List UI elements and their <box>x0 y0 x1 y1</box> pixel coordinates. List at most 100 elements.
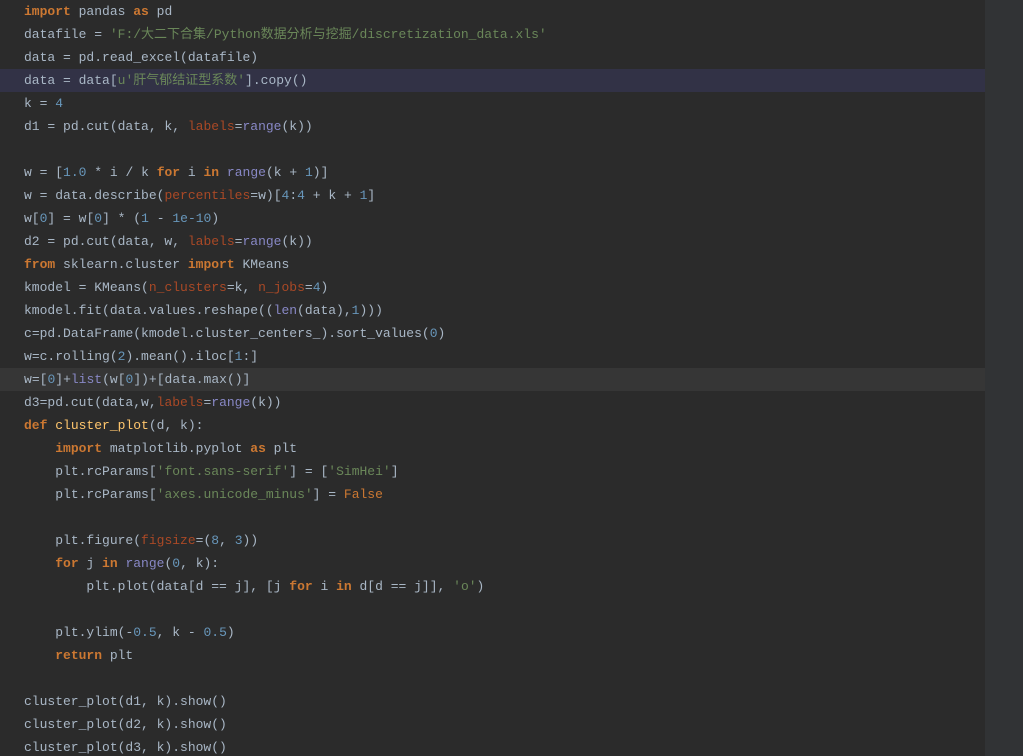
code-token: 'font.sans-serif' <box>157 464 290 479</box>
code-token: n_jobs <box>258 280 305 295</box>
code-line[interactable]: kmodel = KMeans(n_clusters=k, n_jobs=4) <box>0 276 985 299</box>
code-token: w <box>24 188 40 203</box>
code-token: = <box>63 73 71 88</box>
code-line[interactable]: plt.plot(data[d == j], [j for i in d[d =… <box>0 575 985 598</box>
code-token: ] <box>47 211 63 226</box>
code-line[interactable] <box>0 506 985 529</box>
code-token: = <box>305 280 313 295</box>
code-token: ] <box>55 372 63 387</box>
code-token: datafile <box>24 27 94 42</box>
code-token: data.describe( <box>47 188 164 203</box>
code-line[interactable]: plt.rcParams['font.sans-serif'] = ['SimH… <box>0 460 985 483</box>
code-token: , k <box>157 625 188 640</box>
code-token: w <box>24 165 40 180</box>
code-token: in <box>204 165 220 180</box>
code-token: 0.5 <box>133 625 156 640</box>
code-line[interactable]: w=c.rolling(2).mean().iloc[1:] <box>0 345 985 368</box>
code-token: pd.DataFrame(kmodel.cluster_centers_).so… <box>40 326 430 341</box>
code-token: plt.ylim( <box>55 625 125 640</box>
code-token: 4 <box>297 188 305 203</box>
code-token: [ <box>47 165 63 180</box>
code-token: + <box>149 372 157 387</box>
code-token: 4 <box>313 280 321 295</box>
code-line[interactable]: plt.figure(figsize=(8, 3)) <box>0 529 985 552</box>
code-token: def <box>24 418 47 433</box>
code-token: range <box>242 119 281 134</box>
code-token: labels <box>188 119 235 134</box>
code-line[interactable]: w[0] = w[0] * (1 - 1e-10) <box>0 207 985 230</box>
code-line[interactable]: kmodel.fit(data.values.reshape((len(data… <box>0 299 985 322</box>
code-line[interactable]: w = data.describe(percentiles=w)[4:4 + k… <box>0 184 985 207</box>
code-token: + <box>63 372 71 387</box>
code-line[interactable]: plt.ylim(-0.5, k - 0.5) <box>0 621 985 644</box>
code-token: d3 <box>24 395 40 410</box>
code-token: data[ <box>71 73 118 88</box>
code-line[interactable]: d1 = pd.cut(data, k, labels=range(k)) <box>0 115 985 138</box>
code-token: ) <box>227 625 235 640</box>
code-token: 0.5 <box>204 625 227 640</box>
code-token: = <box>32 326 40 341</box>
code-token: plt <box>266 441 297 456</box>
code-token: range <box>242 234 281 249</box>
code-token: ].copy() <box>245 73 307 88</box>
code-line[interactable]: d2 = pd.cut(data, w, labels=range(k)) <box>0 230 985 253</box>
right-gutter <box>985 0 1023 756</box>
code-token: - <box>157 211 165 226</box>
code-token <box>305 188 313 203</box>
code-token: False <box>344 487 383 502</box>
code-token: percentiles <box>164 188 250 203</box>
code-token: ) <box>438 326 446 341</box>
code-token: 'SimHei' <box>328 464 390 479</box>
code-line[interactable]: import pandas as pd <box>0 0 985 23</box>
code-line[interactable]: def cluster_plot(d, k): <box>0 414 985 437</box>
code-token: 1 <box>141 211 149 226</box>
code-token: w <box>24 372 32 387</box>
code-line[interactable]: w = [1.0 * i / k for i in range(k + 1)] <box>0 161 985 184</box>
code-token: cluster_plot(d1, k).show() <box>24 694 227 709</box>
code-token: for <box>157 165 180 180</box>
code-line[interactable]: cluster_plot(d1, k).show() <box>0 690 985 713</box>
code-line[interactable]: datafile = 'F:/大二下合集/Python数据分析与挖掘/discr… <box>0 23 985 46</box>
code-editor[interactable]: import pandas as pddatafile = 'F:/大二下合集/… <box>0 0 986 756</box>
code-token: ] <box>289 464 305 479</box>
code-token: d1 <box>24 119 47 134</box>
code-token: import <box>24 4 71 19</box>
code-token: (data), <box>297 303 352 318</box>
code-line[interactable]: cluster_plot(d2, k).show() <box>0 713 985 736</box>
code-token: k <box>133 165 156 180</box>
code-token: i <box>313 579 336 594</box>
code-line[interactable]: w=[0]+list(w[0])+[data.max()] <box>0 368 985 391</box>
code-token: 'F:/大二下合集/Python数据分析与挖掘/discretization_d… <box>110 27 547 42</box>
code-line[interactable]: c=pd.DataFrame(kmodel.cluster_centers_).… <box>0 322 985 345</box>
code-line[interactable] <box>0 138 985 161</box>
code-line[interactable]: plt.rcParams['axes.unicode_minus'] = Fal… <box>0 483 985 506</box>
code-line[interactable]: k = 4 <box>0 92 985 115</box>
code-line[interactable] <box>0 667 985 690</box>
code-line[interactable]: return plt <box>0 644 985 667</box>
code-token: 3 <box>235 533 243 548</box>
code-token: labels <box>188 234 235 249</box>
code-token: + <box>289 165 297 180</box>
code-token: , <box>219 533 235 548</box>
code-token: as <box>250 441 266 456</box>
code-line[interactable]: cluster_plot(d3, k).show() <box>0 736 985 756</box>
code-line[interactable]: data = pd.read_excel(datafile) <box>0 46 985 69</box>
code-token: 0 <box>430 326 438 341</box>
code-token: (d, k): <box>149 418 204 433</box>
code-line[interactable]: data = data[u'肝气郁结证型系数'].copy() <box>0 69 985 92</box>
code-token: plt.rcParams[ <box>55 464 156 479</box>
code-token: ) <box>211 211 219 226</box>
code-line[interactable]: for j in range(0, k): <box>0 552 985 575</box>
code-line[interactable]: from sklearn.cluster import KMeans <box>0 253 985 276</box>
code-token: c <box>24 326 32 341</box>
code-token: )) <box>243 533 259 548</box>
code-token: plt.figure( <box>55 533 141 548</box>
code-token: KMeans( <box>86 280 148 295</box>
code-token: KMeans <box>235 257 290 272</box>
code-line[interactable]: d3=pd.cut(data,w,labels=range(k)) <box>0 391 985 414</box>
code-token: = <box>328 487 336 502</box>
code-token: import <box>188 257 235 272</box>
code-line[interactable]: import matplotlib.pyplot as plt <box>0 437 985 460</box>
code-line[interactable] <box>0 598 985 621</box>
code-token <box>297 165 305 180</box>
